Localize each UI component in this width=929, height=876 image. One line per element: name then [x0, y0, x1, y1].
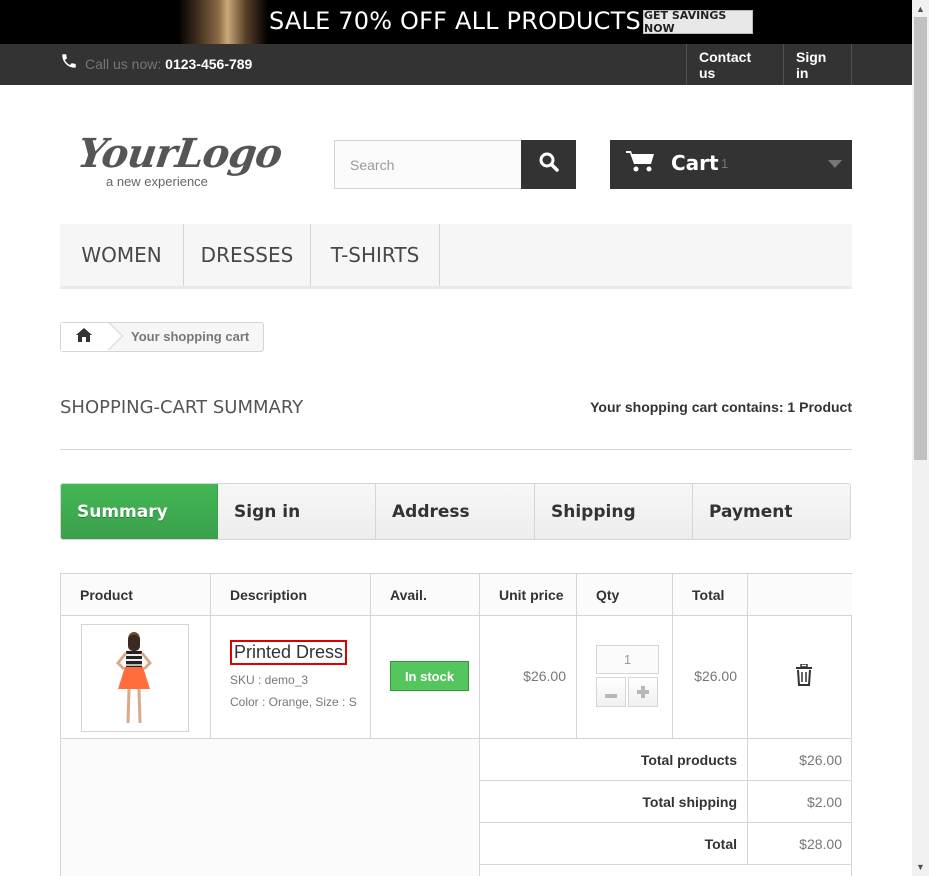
total-products-label: Total products	[480, 739, 748, 780]
col-header-actions	[748, 574, 852, 616]
menu-item-tshirts[interactable]: T-SHIRTS	[311, 224, 440, 286]
qty-cell	[577, 616, 673, 739]
col-header-product: Product	[61, 574, 211, 616]
col-header-unit-price: Unit price	[480, 574, 577, 616]
step-sign-in[interactable]: Sign in	[218, 484, 376, 539]
total-shipping-row: Total shipping $2.00	[480, 781, 852, 823]
breadcrumb: Your shopping cart	[60, 321, 264, 352]
breadcrumb-home[interactable]	[61, 323, 107, 351]
step-summary[interactable]: Summary	[61, 484, 218, 539]
grand-total-label: Total	[480, 823, 748, 864]
product-description-cell: Printed Dress SKU : demo_3 Color : Orang…	[211, 616, 371, 739]
qty-decrease-button[interactable]	[596, 677, 626, 707]
cart-table: Product Description Avail. Unit price Qt…	[60, 573, 852, 876]
product-thumbnail[interactable]	[81, 624, 189, 732]
logo-text: YourLogo	[74, 130, 285, 177]
qty-increase-button[interactable]	[628, 677, 658, 707]
scrollbar[interactable]: ▲ ▼	[912, 0, 929, 876]
step-payment[interactable]: Payment	[693, 484, 850, 539]
step-address[interactable]: Address	[376, 484, 535, 539]
trash-icon[interactable]	[794, 663, 814, 691]
unit-price: $26.00	[523, 668, 566, 684]
total-shipping-label: Total shipping	[480, 781, 748, 822]
contact-us-link[interactable]: Contact us	[686, 44, 783, 85]
cart-contains-text: Your shopping cart contains: 1 Product	[590, 399, 852, 415]
minus-icon	[605, 681, 617, 704]
divider	[60, 449, 852, 450]
grand-total-row: Total $28.00	[480, 823, 852, 865]
cart-label: Cart	[671, 151, 719, 175]
menu-item-women[interactable]: WOMEN	[60, 224, 184, 286]
search-input[interactable]	[334, 140, 522, 189]
product-attributes[interactable]: Color : Orange, Size : S	[230, 695, 357, 709]
status-badge: In stock	[390, 661, 469, 691]
line-total-cell: $26.00	[673, 616, 748, 739]
search-button[interactable]	[521, 140, 576, 189]
col-header-description: Description	[211, 574, 371, 616]
line-total: $26.00	[694, 668, 737, 684]
availability-cell: In stock	[371, 616, 480, 739]
logo-tagline: a new experience	[106, 174, 208, 189]
unit-price-cell: $26.00	[480, 616, 577, 739]
plus-icon	[637, 681, 649, 704]
search-bar	[334, 140, 576, 189]
phone-number: 0123-456-789	[165, 56, 253, 72]
promo-headline: SALE 70% OFF ALL PRODUCTS	[269, 7, 641, 35]
step-shipping[interactable]: Shipping	[535, 484, 693, 539]
phone-icon	[60, 52, 78, 70]
get-savings-button[interactable]: GET SAVINGS NOW	[643, 9, 753, 35]
grand-total-value: $28.00	[799, 835, 842, 852]
site-logo[interactable]: YourLogo a new experience	[75, 130, 285, 190]
call-us-text: Call us now: 0123-456-789	[85, 56, 252, 72]
page-title: SHOPPING-CART SUMMARY	[60, 397, 304, 418]
total-shipping-value: $2.00	[806, 793, 842, 810]
cart-button[interactable]: Cart 1	[610, 140, 852, 189]
call-label: Call us now:	[85, 56, 166, 72]
sign-in-link[interactable]: Sign in	[783, 44, 852, 85]
col-header-availability: Avail.	[371, 574, 480, 616]
main-menu: WOMEN DRESSES T-SHIRTS	[60, 224, 852, 289]
summary-spacer	[61, 739, 480, 876]
col-header-total: Total	[673, 574, 748, 616]
promo-banner[interactable]: SALE 70% OFF ALL PRODUCTS GET SAVINGS NO…	[0, 0, 912, 44]
scrollbar-thumb[interactable]	[914, 17, 927, 460]
scroll-up-icon[interactable]: ▲	[916, 4, 925, 14]
menu-item-dresses[interactable]: DRESSES	[184, 224, 311, 286]
chevron-down-icon[interactable]	[828, 160, 842, 168]
cart-icon	[626, 149, 656, 178]
product-name-link[interactable]: Printed Dress	[230, 640, 348, 665]
search-icon	[539, 152, 559, 177]
product-image-cell	[61, 616, 211, 739]
checkout-steps: Summary Sign in Address Shipping Payment	[60, 483, 851, 540]
home-icon	[76, 327, 92, 347]
top-nav: Call us now: 0123-456-789 Contact us Sig…	[0, 44, 912, 85]
total-products-value: $26.00	[799, 751, 842, 768]
delete-cell	[748, 616, 852, 739]
product-sku: SKU : demo_3	[230, 673, 309, 687]
scroll-down-icon[interactable]: ▼	[916, 862, 925, 872]
col-header-qty: Qty	[577, 574, 673, 616]
breadcrumb-current: Your shopping cart	[131, 329, 250, 344]
cart-count: 1	[721, 156, 729, 171]
total-products-row: Total products $26.00	[480, 739, 852, 781]
quantity-input[interactable]	[596, 645, 659, 674]
promo-model-image	[178, 0, 268, 44]
